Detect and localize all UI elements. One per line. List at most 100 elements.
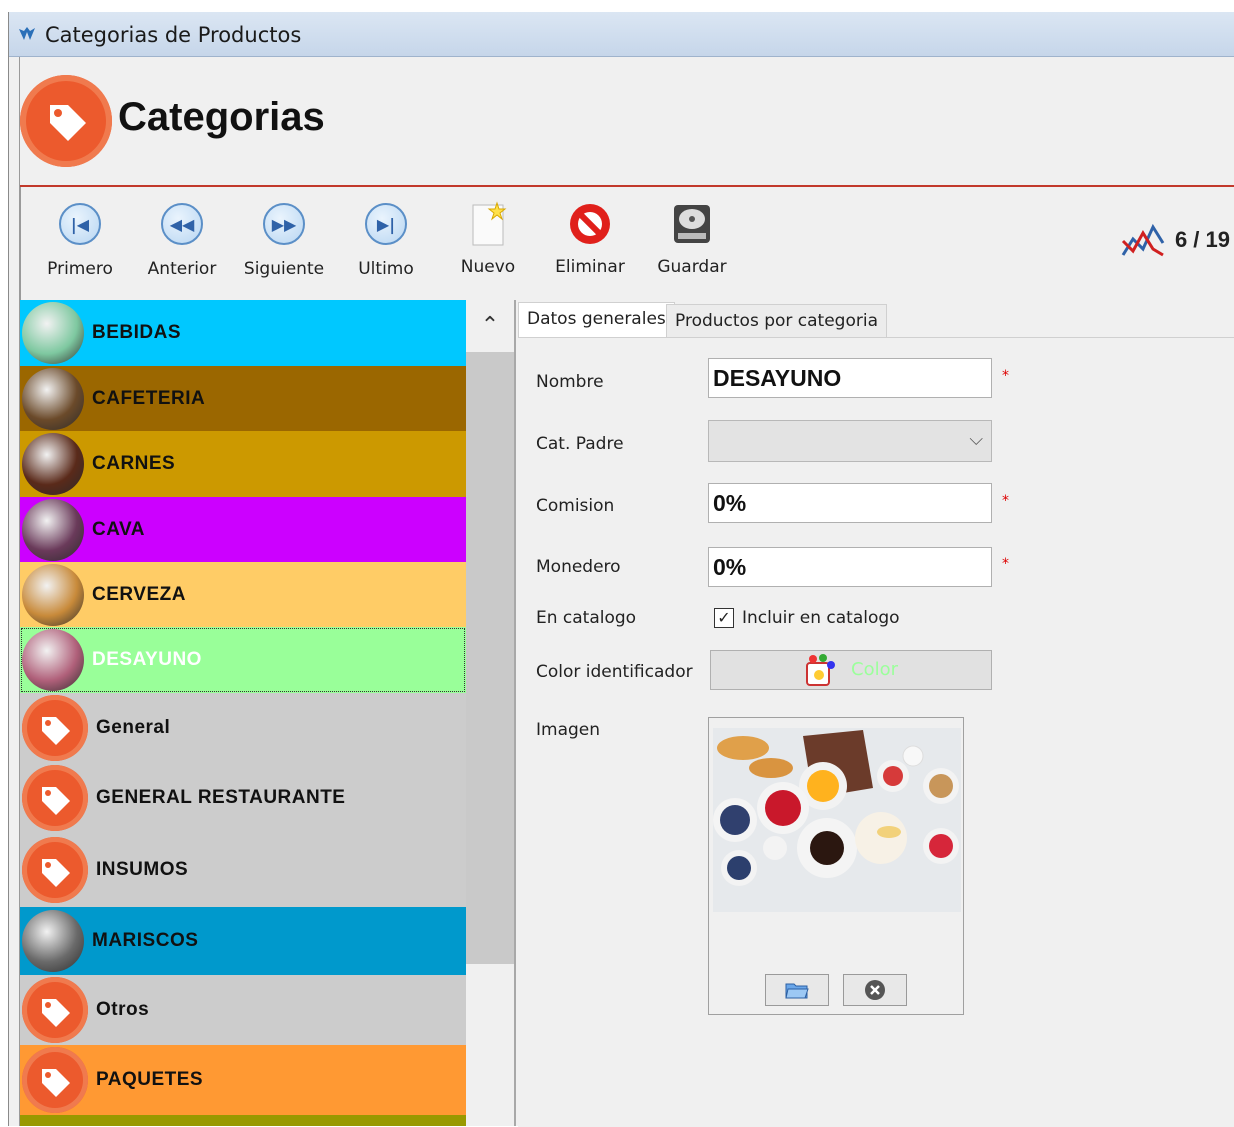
page-title: Categorias: [118, 95, 325, 139]
category-item[interactable]: Otros: [20, 975, 466, 1045]
category-item[interactable]: CARNES: [20, 431, 466, 497]
general-data-panel: Nombre DESAYUNO * Cat. Padre ⌵ Comision …: [518, 337, 1234, 1127]
category-item[interactable]: MARISCOS: [20, 907, 466, 975]
category-item[interactable]: CAVA: [20, 497, 466, 562]
tab-datos-generales[interactable]: Datos generales: [518, 302, 675, 339]
first-label: Primero: [47, 259, 113, 279]
category-item[interactable]: INSUMOS: [20, 833, 466, 907]
comision-label: Comision: [536, 496, 615, 516]
imagen-label: Imagen: [536, 720, 601, 740]
category-name: Otros: [96, 999, 150, 1020]
category-thumbnail: [22, 563, 84, 626]
category-thumbnail: [22, 910, 84, 972]
category-item[interactable]: CERVEZA: [20, 562, 466, 627]
save-button[interactable]: Guardar: [640, 201, 744, 277]
category-item[interactable]: General: [20, 693, 466, 763]
category-name: General: [96, 717, 171, 738]
category-thumbnail: [22, 629, 84, 691]
category-item[interactable]: CAFETERIA: [20, 366, 466, 431]
required-mark: *: [1002, 493, 1009, 509]
comision-field[interactable]: 0%: [708, 483, 992, 523]
cat-padre-label: Cat. Padre: [536, 434, 624, 454]
paint-palette-icon: [806, 654, 835, 686]
category-item[interactable]: PAQUETES: [20, 1045, 466, 1115]
color-button-label: Color: [851, 659, 898, 680]
list-scrollbar[interactable]: ⌃: [466, 300, 514, 1126]
category-name: CARNES: [92, 453, 176, 474]
chart-icon: [1121, 223, 1165, 257]
monedero-label: Monedero: [536, 557, 621, 577]
tag-icon: [22, 837, 88, 903]
category-name: PAQUETES: [96, 1069, 204, 1090]
monedero-field[interactable]: 0%: [708, 547, 992, 587]
nombre-label: Nombre: [536, 372, 604, 392]
category-thumbnail: [22, 302, 84, 364]
page-header: Categorias: [20, 57, 1234, 187]
last-label: Ultimo: [358, 259, 414, 279]
previous-icon: ◀◀: [161, 203, 203, 245]
app-icon: [19, 27, 35, 40]
delete-label: Eliminar: [555, 257, 625, 277]
tag-icon: [22, 695, 88, 761]
record-counter: 6 / 19: [1121, 223, 1230, 257]
category-list: BEBIDAS CAFETERIA CARNES CAVA CERVEZA DESAYUN…: [20, 300, 466, 1126]
delete-button[interactable]: Eliminar: [538, 201, 642, 277]
scroll-thumb[interactable]: [466, 352, 514, 964]
category-thumbnail: [22, 367, 84, 430]
new-document-icon: [472, 201, 507, 246]
tag-icon: [22, 765, 88, 831]
tag-icon: [20, 75, 112, 167]
category-name: CERVEZA: [92, 583, 186, 605]
panel-divider: [514, 300, 516, 1126]
breakfast-photo: [713, 728, 961, 912]
previous-button[interactable]: ◀◀ Anterior: [130, 201, 234, 279]
image-box: [708, 717, 964, 1015]
tag-icon: [22, 977, 88, 1043]
next-button[interactable]: ▶▶ Siguiente: [232, 201, 336, 279]
remove-image-button[interactable]: [843, 974, 907, 1006]
required-mark: *: [1002, 368, 1009, 384]
title-bar: Categorias de Productos: [9, 12, 1234, 57]
category-name: GENERAL RESTAURANTE: [96, 787, 346, 808]
incluir-label: Incluir en catalogo: [742, 608, 900, 628]
tab-productos-por-categoria[interactable]: Productos por categoria: [666, 304, 888, 339]
category-name: BEBIDAS: [92, 322, 182, 343]
last-button[interactable]: ▶| Ultimo: [334, 201, 438, 279]
category-name: INSUMOS: [96, 859, 189, 880]
next-label: Siguiente: [243, 259, 325, 279]
tag-icon: [22, 1047, 88, 1113]
toolbar: |◀ Primero ◀◀ Anterior ▶▶ Siguiente ▶| U…: [20, 187, 1234, 299]
category-item[interactable]: BEBIDAS: [20, 300, 466, 366]
hard-drive-icon: [674, 205, 710, 243]
record-count-text: 6 / 19: [1174, 227, 1230, 252]
folder-open-icon: [785, 983, 809, 999]
category-name: CAVA: [92, 518, 146, 540]
en-catalogo-label: En catalogo: [536, 608, 637, 628]
new-label: Nuevo: [460, 257, 516, 277]
previous-label: Anterior: [147, 259, 217, 279]
color-button[interactable]: Color: [710, 650, 992, 690]
color-label: Color identificador: [536, 662, 693, 682]
save-label: Guardar: [657, 257, 727, 277]
new-button[interactable]: Nuevo: [436, 201, 540, 277]
scroll-up-icon[interactable]: ⌃: [466, 300, 514, 352]
next-icon: ▶▶: [263, 203, 305, 245]
category-item[interactable]: GENERAL RESTAURANTE: [20, 763, 466, 833]
category-item[interactable]: [20, 1115, 466, 1126]
required-mark: *: [1002, 556, 1009, 572]
first-button[interactable]: |◀ Primero: [28, 201, 132, 279]
cat-padre-select[interactable]: ⌵: [708, 420, 992, 462]
category-name: CAFETERIA: [92, 387, 206, 409]
nombre-field[interactable]: DESAYUNO: [708, 358, 992, 398]
delete-icon: [570, 204, 610, 244]
close-icon: [865, 980, 885, 1000]
incluir-checkbox[interactable]: ✓: [714, 608, 734, 628]
category-thumbnail: [22, 433, 84, 495]
category-thumbnail: [22, 498, 84, 561]
first-icon: |◀: [59, 203, 101, 245]
category-item[interactable]: DESAYUNO: [20, 627, 466, 693]
category-name: DESAYUNO: [92, 649, 202, 670]
open-image-button[interactable]: [765, 974, 829, 1006]
chevron-down-icon: ⌵: [969, 429, 983, 450]
last-icon: ▶|: [365, 203, 407, 245]
